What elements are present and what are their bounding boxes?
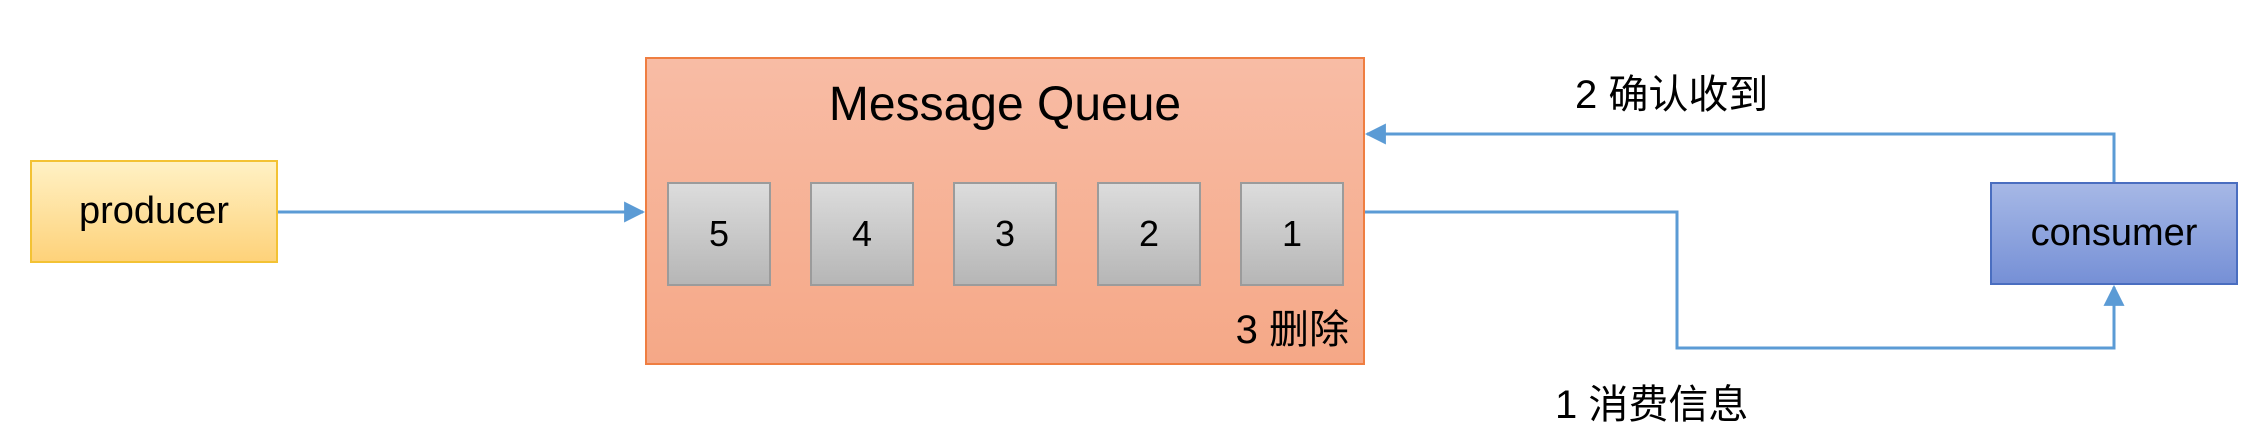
message-box-3: 3: [953, 182, 1057, 286]
producer-node: producer: [30, 160, 278, 263]
message-box-4: 4: [810, 182, 914, 286]
consumer-node: consumer: [1990, 182, 2238, 285]
consumer-to-queue-ack-arrow: [1364, 123, 2116, 182]
message-queue-node: Message Queue 5 4 3 2 1 3 删除: [645, 57, 1365, 365]
consume-step-label: 1 消费信息: [1555, 383, 1749, 427]
message-box-2: 2: [1097, 182, 1201, 286]
message-box-1: 1: [1240, 182, 1344, 286]
ack-step-label: 2 确认收到: [1575, 73, 1769, 117]
delete-step-label: 3 删除: [1235, 308, 1349, 352]
message-box-5: 5: [667, 182, 771, 286]
queue-title: Message Queue: [828, 78, 1182, 131]
